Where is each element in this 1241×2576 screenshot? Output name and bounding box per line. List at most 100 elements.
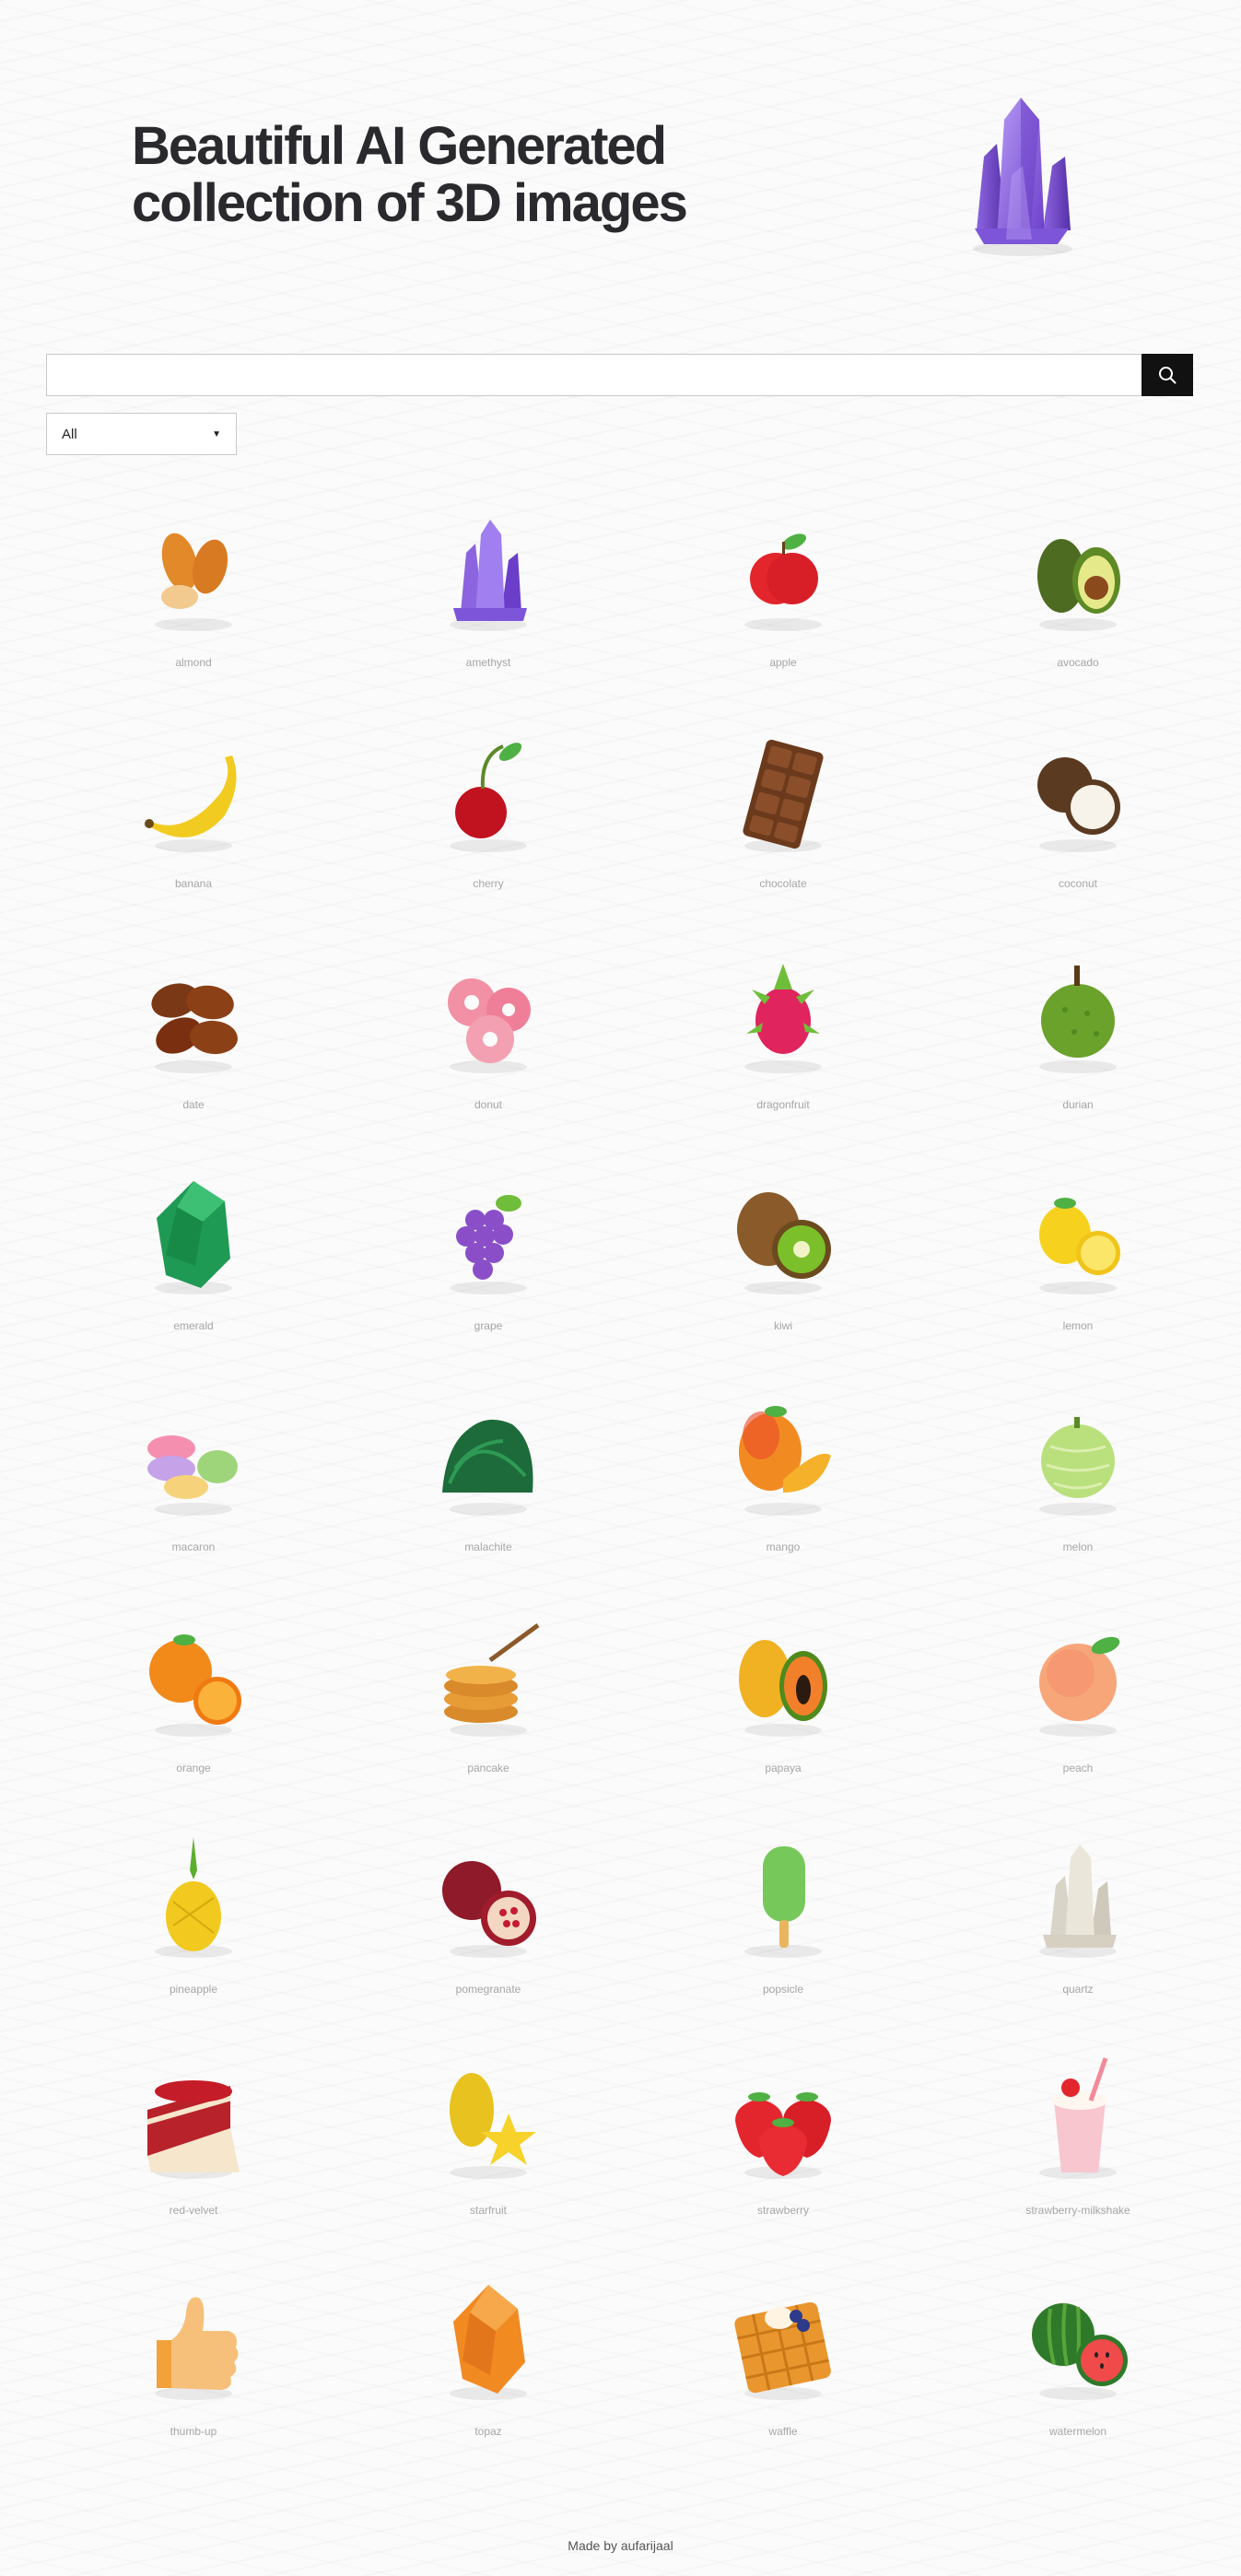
image-card-label: durian — [1062, 1098, 1094, 1111]
image-card-mango[interactable]: mango — [636, 1364, 931, 1585]
banana-icon — [129, 728, 258, 857]
image-card-label: cherry — [473, 877, 504, 890]
watermelon-icon — [1013, 2276, 1142, 2405]
durian-icon — [1013, 949, 1142, 1078]
amethyst-crystal-icon — [956, 92, 1085, 258]
image-card-lemon[interactable]: lemon — [931, 1142, 1225, 1364]
peach-icon — [1013, 1612, 1142, 1741]
image-card-coconut[interactable]: coconut — [931, 700, 1225, 921]
image-card-label: apple — [769, 656, 797, 669]
image-card-avocado[interactable]: avocado — [931, 479, 1225, 700]
thumb-up-icon — [129, 2276, 258, 2405]
image-card-kiwi[interactable]: kiwi — [636, 1142, 931, 1364]
page-title-line-1: Beautiful AI Generated — [132, 116, 667, 176]
image-card-topaz[interactable]: topaz — [341, 2248, 636, 2469]
lemon-icon — [1013, 1170, 1142, 1299]
grape-icon — [424, 1170, 553, 1299]
footer-credit[interactable]: Made by aufarijaal — [568, 2538, 673, 2553]
image-card-label: emerald — [173, 1319, 214, 1332]
image-card-watermelon[interactable]: watermelon — [931, 2248, 1225, 2469]
image-card-label: watermelon — [1048, 2425, 1107, 2438]
malachite-icon — [424, 1391, 553, 1520]
image-card-pineapple[interactable]: pineapple — [46, 1806, 341, 2027]
strawberry-milkshake-icon — [1013, 2055, 1142, 2184]
image-card-strawberry-milkshake[interactable]: strawberry-milkshake — [931, 2027, 1225, 2248]
image-card-quartz[interactable]: quartz — [931, 1806, 1225, 2027]
almond-icon — [129, 507, 258, 636]
image-card-label: coconut — [1058, 877, 1098, 890]
category-select[interactable]: All ▼ — [46, 413, 237, 455]
image-card-durian[interactable]: durian — [931, 921, 1225, 1142]
melon-icon — [1013, 1391, 1142, 1520]
image-card-label: kiwi — [774, 1319, 792, 1332]
image-card-label: waffle — [768, 2425, 798, 2438]
image-card-emerald[interactable]: emerald — [46, 1142, 341, 1364]
image-card-label: date — [182, 1098, 205, 1111]
dragonfruit-icon — [719, 949, 848, 1078]
chocolate-icon — [719, 728, 848, 857]
image-card-pomegranate[interactable]: pomegranate — [341, 1806, 636, 2027]
kiwi-icon — [719, 1170, 848, 1299]
search-input[interactable] — [46, 354, 1141, 396]
image-card-amethyst[interactable]: amethyst — [341, 479, 636, 700]
pomegranate-icon — [424, 1833, 553, 1962]
footer: Made by aufarijaal — [0, 2538, 1241, 2553]
image-card-label: orange — [176, 1762, 211, 1774]
image-card-macaron[interactable]: macaron — [46, 1364, 341, 1585]
papaya-icon — [719, 1612, 848, 1741]
image-card-apple[interactable]: apple — [636, 479, 931, 700]
search-bar — [46, 354, 1193, 396]
image-card-waffle[interactable]: waffle — [636, 2248, 931, 2469]
image-card-red-velvet[interactable]: red-velvet — [46, 2027, 341, 2248]
image-card-label: popsicle — [762, 1983, 804, 1996]
topaz-icon — [424, 2276, 553, 2405]
image-card-label: starfruit — [469, 2204, 507, 2217]
image-card-melon[interactable]: melon — [931, 1364, 1225, 1585]
image-card-banana[interactable]: banana — [46, 700, 341, 921]
image-card-label: amethyst — [465, 656, 511, 669]
image-card-label: pineapple — [169, 1983, 218, 1996]
coconut-icon — [1013, 728, 1142, 857]
quartz-icon — [1013, 1833, 1142, 1962]
image-card-orange[interactable]: orange — [46, 1585, 341, 1806]
red-velvet-icon — [129, 2055, 258, 2184]
image-card-dragonfruit[interactable]: dragonfruit — [636, 921, 931, 1142]
image-card-label: melon — [1062, 1540, 1094, 1553]
image-card-popsicle[interactable]: popsicle — [636, 1806, 931, 2027]
image-card-strawberry[interactable]: strawberry — [636, 2027, 931, 2248]
image-card-label: pancake — [467, 1762, 509, 1774]
image-card-almond[interactable]: almond — [46, 479, 341, 700]
pineapple-icon — [129, 1833, 258, 1962]
search-icon — [1159, 367, 1177, 384]
image-card-chocolate[interactable]: chocolate — [636, 700, 931, 921]
emerald-icon — [129, 1170, 258, 1299]
starfruit-icon — [424, 2055, 553, 2184]
avocado-icon — [1013, 507, 1142, 636]
image-card-date[interactable]: date — [46, 921, 341, 1142]
pancake-icon — [424, 1612, 553, 1741]
image-card-peach[interactable]: peach — [931, 1585, 1225, 1806]
mango-icon — [719, 1391, 848, 1520]
strawberry-icon — [719, 2055, 848, 2184]
image-card-pancake[interactable]: pancake — [341, 1585, 636, 1806]
image-card-papaya[interactable]: papaya — [636, 1585, 931, 1806]
image-card-label: strawberry-milkshake — [1025, 2204, 1130, 2217]
image-card-thumb-up[interactable]: thumb-up — [46, 2248, 341, 2469]
image-card-label: peach — [1062, 1762, 1094, 1774]
image-card-cherry[interactable]: cherry — [341, 700, 636, 921]
image-card-malachite[interactable]: malachite — [341, 1364, 636, 1585]
image-card-label: banana — [174, 877, 213, 890]
image-card-label: papaya — [765, 1762, 802, 1774]
apple-icon — [719, 507, 848, 636]
image-card-label: malachite — [464, 1540, 512, 1553]
image-card-label: lemon — [1062, 1319, 1094, 1332]
popsicle-icon — [719, 1833, 848, 1962]
image-card-donut[interactable]: donut — [341, 921, 636, 1142]
page-title-line-2: collection of 3D images — [132, 173, 688, 233]
date-icon — [129, 949, 258, 1078]
search-button[interactable] — [1141, 354, 1193, 396]
image-card-label: donut — [474, 1098, 503, 1111]
image-card-grape[interactable]: grape — [341, 1142, 636, 1364]
image-card-starfruit[interactable]: starfruit — [341, 2027, 636, 2248]
image-card-label: red-velvet — [169, 2204, 218, 2217]
